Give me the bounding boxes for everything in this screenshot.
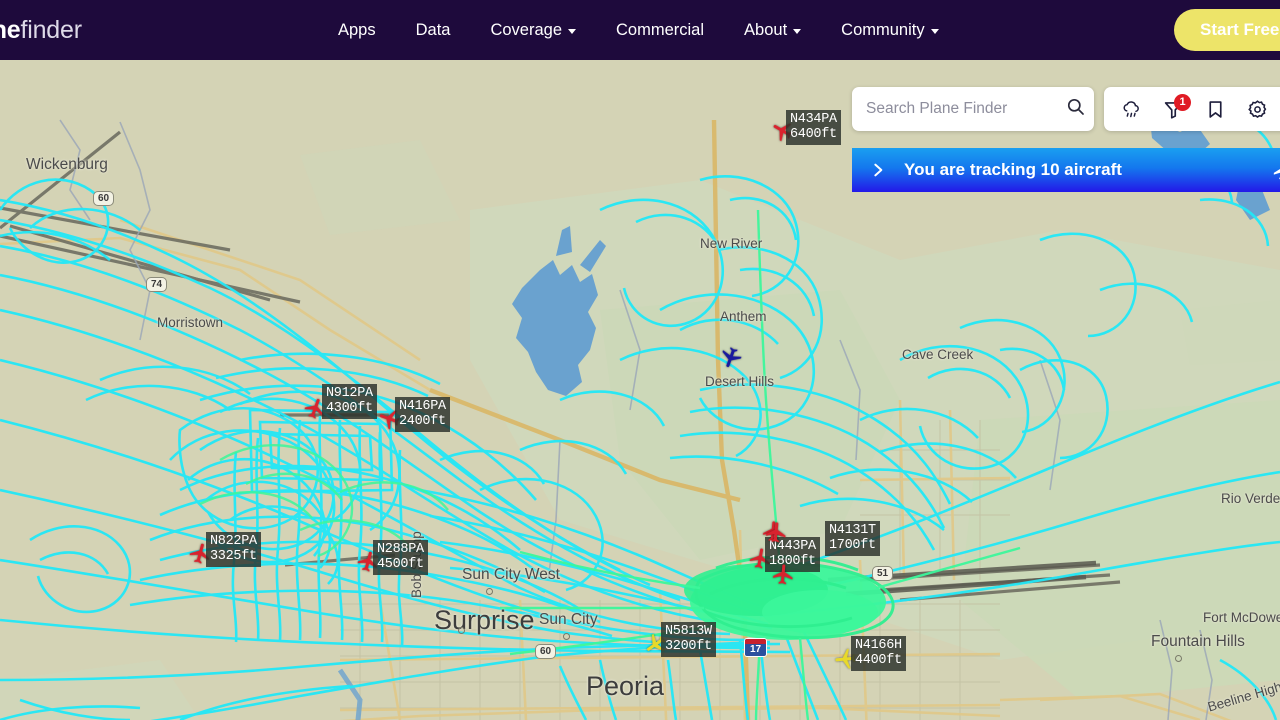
highway-shield: 60 — [93, 191, 115, 206]
highway-shield: 74 — [146, 277, 168, 292]
aircraft-label[interactable]: N434PA 6400ft — [786, 110, 841, 145]
city-marker-dot — [563, 633, 570, 640]
plane-icon — [1270, 160, 1280, 187]
tracking-banner[interactable]: You are tracking 10 aircraft — [852, 148, 1280, 192]
logo-light-part: finder — [20, 16, 82, 44]
filter-count-badge: 1 — [1174, 94, 1191, 111]
filter-funnel-icon[interactable]: 1 — [1156, 92, 1191, 126]
aircraft-altitude: 6400ft — [790, 127, 837, 142]
aircraft-label[interactable]: N4166H 4400ft — [851, 636, 906, 671]
search-box[interactable] — [852, 87, 1094, 131]
search-icon[interactable] — [1066, 97, 1085, 121]
aircraft-label[interactable]: N912PA 4300ft — [322, 384, 377, 419]
city-marker-dot — [1175, 655, 1182, 662]
highway-shield: 17 — [744, 638, 768, 657]
highway-shield: 60 — [535, 644, 557, 659]
aircraft-label[interactable]: N5813W 3200ft — [661, 622, 716, 657]
nav-item-about[interactable]: About — [724, 0, 821, 60]
chevron-right-icon[interactable] — [870, 162, 886, 178]
nav-item-label: Coverage — [490, 21, 563, 39]
aircraft-registration: N822PA — [210, 534, 257, 549]
weather-rain-icon[interactable] — [1114, 92, 1148, 126]
chevron-down-icon — [568, 28, 577, 34]
site-header: anefinder Apps Data Coverage Commercial Abou… — [0, 0, 1280, 60]
nav-item-coverage[interactable]: Coverage — [470, 0, 596, 60]
aircraft-registration: N416PA — [399, 399, 446, 414]
city-marker-dot — [458, 627, 465, 634]
aircraft-altitude: 4400ft — [855, 653, 902, 668]
aircraft-registration: N288PA — [377, 542, 424, 557]
nav-item-community[interactable]: Community — [821, 0, 958, 60]
nav-item-label: Apps — [338, 21, 376, 39]
search-input[interactable] — [866, 100, 1066, 118]
aircraft-registration: N912PA — [326, 386, 373, 401]
map-tools-toolbar: 1 — [1104, 87, 1280, 131]
aircraft-altitude: 3200ft — [665, 639, 712, 654]
aircraft-label[interactable]: N416PA 2400ft — [395, 397, 450, 432]
plane-finder-app: anefinder Apps Data Coverage Commercial Abou… — [0, 0, 1280, 720]
planefinder-logo[interactable]: anefinder — [0, 16, 82, 45]
tracking-banner-text: You are tracking 10 aircraft — [904, 160, 1122, 179]
gear-icon[interactable] — [1240, 92, 1274, 126]
aircraft-altitude: 3325ft — [210, 549, 257, 564]
aircraft-altitude: 1700ft — [829, 538, 876, 553]
nav-item-apps[interactable]: Apps — [318, 0, 396, 60]
nav-item-label: Data — [415, 21, 451, 39]
aircraft-label[interactable]: N4131T 1700ft — [825, 521, 880, 556]
chevron-down-icon — [793, 28, 802, 34]
city-marker-dot — [486, 588, 493, 595]
nav-item-label: Community — [841, 21, 925, 39]
logo-bold-part: ane — [0, 16, 21, 44]
nav-item-commercial[interactable]: Commercial — [596, 0, 724, 60]
aircraft-label[interactable]: N822PA 3325ft — [206, 532, 261, 567]
highway-shield: 51 — [872, 566, 894, 581]
main-navigation: Apps Data Coverage Commercial About Community — [318, 0, 959, 60]
aircraft-label[interactable]: N288PA 4500ft — [373, 540, 428, 575]
aircraft-registration: N434PA — [790, 112, 837, 127]
bookmark-icon[interactable] — [1198, 92, 1232, 126]
aircraft-altitude: 2400ft — [399, 414, 446, 429]
chevron-down-icon — [930, 28, 939, 34]
aircraft-altitude: 4300ft — [326, 401, 373, 416]
aircraft-altitude: 4500ft — [377, 557, 424, 572]
nav-item-label: About — [744, 21, 788, 39]
aircraft-registration: N4166H — [855, 638, 902, 653]
start-free-trial-button[interactable]: Start Free Trial — [1174, 9, 1280, 51]
nav-item-label: Commercial — [616, 21, 705, 39]
nav-item-data[interactable]: Data — [396, 0, 471, 60]
aircraft-registration: N5813W — [665, 624, 712, 639]
aircraft-registration: N4131T — [829, 523, 876, 538]
